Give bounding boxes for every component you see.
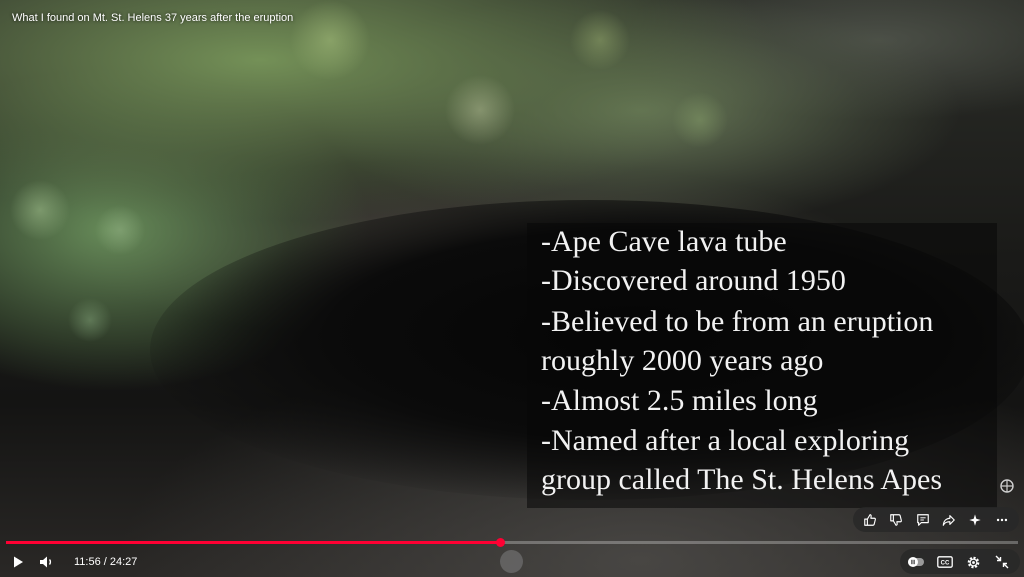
video-title[interactable]: What I found on Mt. St. Helens 37 years … — [12, 12, 293, 24]
action-bar — [853, 507, 1019, 532]
progress-bar[interactable] — [6, 538, 1018, 547]
captions-label: CC — [941, 561, 950, 567]
watermark-icon[interactable] — [998, 478, 1016, 496]
player-controls: 11:56 / 24:27 CC — [0, 546, 1024, 577]
caption-line: group called The St. Helens Apes — [541, 463, 943, 496]
autoplay-toggle[interactable] — [906, 552, 926, 572]
mute-button[interactable] — [36, 552, 58, 572]
share-icon — [942, 514, 955, 526]
play-button[interactable] — [8, 552, 28, 572]
sparkle-icon — [969, 513, 982, 526]
settings-button[interactable] — [962, 552, 984, 572]
scrub-preview-dot[interactable] — [500, 550, 523, 573]
exit-fullscreen-icon — [995, 555, 1009, 569]
exit-fullscreen-button[interactable] — [991, 552, 1013, 572]
thumbs-down-icon — [890, 513, 903, 526]
more-icon — [996, 518, 1007, 521]
like-button[interactable] — [859, 509, 881, 531]
caption-line: roughly 2000 years ago — [541, 344, 824, 377]
autoplay-toggle-icon — [908, 557, 924, 567]
comments-button[interactable] — [912, 509, 934, 531]
share-button[interactable] — [938, 509, 960, 531]
more-actions-button[interactable] — [991, 509, 1013, 531]
caption-line: -Almost 2.5 miles long — [541, 384, 818, 417]
progress-played — [6, 541, 500, 544]
captions-icon: CC — [937, 556, 953, 568]
captions-button[interactable]: CC — [934, 552, 956, 572]
settings-icon — [967, 556, 979, 568]
ask-ai-button[interactable] — [964, 509, 986, 531]
caption-line: -Ape Cave lava tube — [541, 225, 787, 258]
caption-line: -Discovered around 1950 — [541, 264, 846, 297]
dislike-button[interactable] — [885, 509, 907, 531]
caption-line: -Believed to be from an eruption — [541, 305, 934, 338]
volume-icon — [40, 556, 52, 568]
comment-icon — [916, 513, 929, 526]
play-icon — [14, 556, 23, 568]
time-display: 11:56 / 24:27 — [74, 556, 138, 568]
thumbs-up-icon — [864, 513, 877, 526]
caption-line: -Named after a local exploring — [541, 424, 910, 457]
